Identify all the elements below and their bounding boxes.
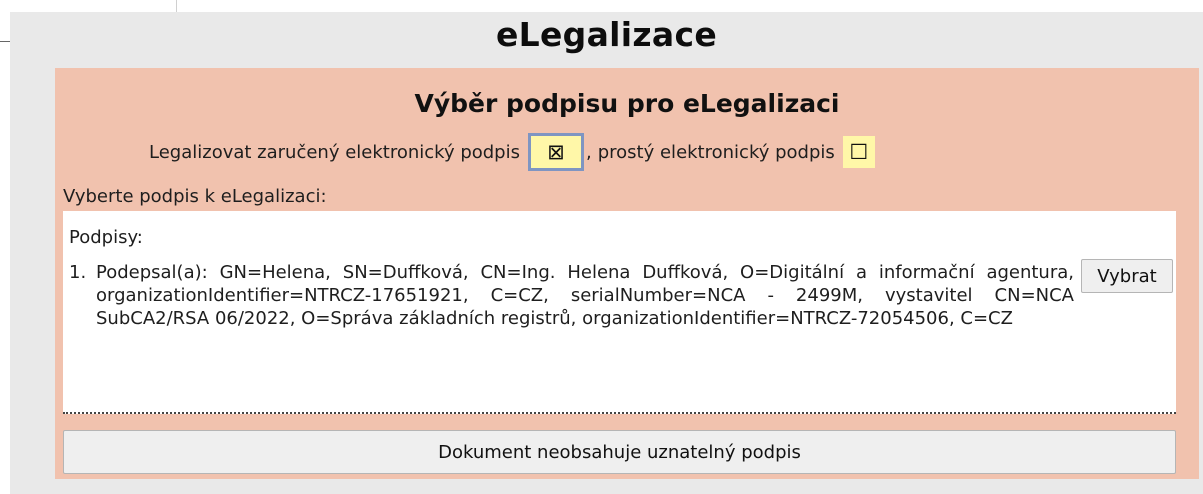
screen: eLegalizace Výběr podpisu pro eLegalizac… (0, 0, 1203, 494)
simple-signature-checkbox[interactable]: ☐ (842, 136, 875, 168)
app-title: eLegalizace (495, 15, 718, 54)
signature-list-item: 1. Podepsal(a): GN=Helena, SN=Duffková, … (69, 261, 1074, 330)
qualified-signature-checkbox[interactable]: ⊠ (528, 133, 584, 171)
signature-selection-panel: Výběr podpisu pro eLegalizaci Legalizova… (55, 68, 1199, 479)
select-signature-button[interactable]: Vybrat (1081, 259, 1173, 293)
select-signature-label: Vyberte podpis k eLegalizaci: (63, 186, 327, 207)
options-separator: , (586, 141, 592, 163)
signature-item-details: Podepsal(a): GN=Helena, SN=Duffková, CN=… (96, 262, 1074, 329)
signature-list: Podpisy: 1. Podepsal(a): GN=Helena, SN=D… (63, 211, 1176, 414)
window-edge-divider (176, 0, 177, 12)
panel-heading: Výběr podpisu pro eLegalizaci (414, 89, 840, 118)
elegalizace-app: eLegalizace Výběr podpisu pro eLegalizac… (10, 12, 1203, 494)
no-valid-signature-button[interactable]: Dokument neobsahuje uznatelný podpis (63, 430, 1176, 474)
simple-signature-label: prostý elektronický podpis (597, 141, 835, 163)
qualified-signature-label: Legalizovat zaručený elektronický podpis (149, 141, 520, 163)
signature-item-number: 1. (69, 262, 87, 283)
legalization-options: Legalizovat zaručený elektronický podpis… (149, 132, 875, 172)
window-edge-tick (0, 41, 10, 42)
signature-list-heading: Podpisy: (69, 227, 143, 248)
